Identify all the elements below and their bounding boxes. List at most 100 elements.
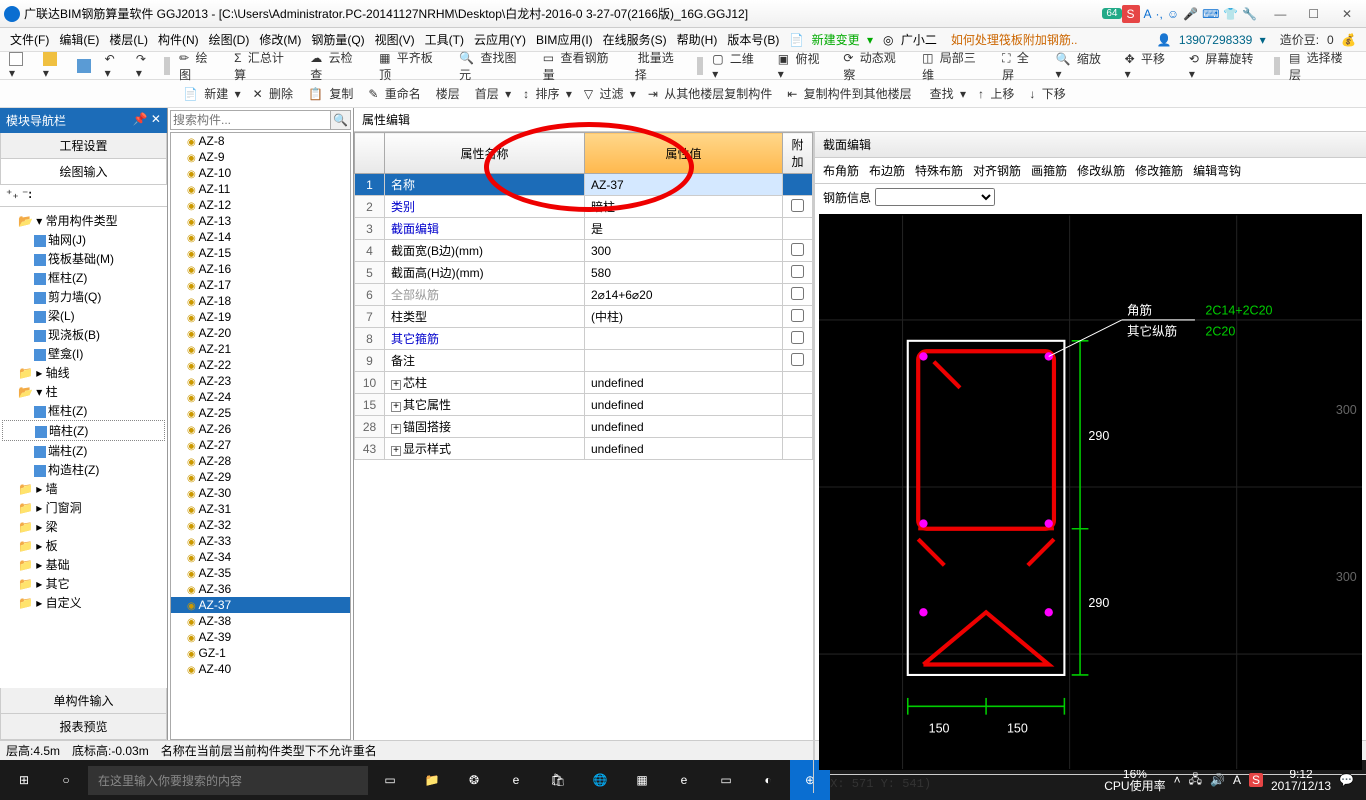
tree-node[interactable]: ▾ 柱: [2, 382, 165, 401]
tb2-sort[interactable]: ↕ 排序 ▾: [520, 83, 575, 104]
tree-item[interactable]: 构造柱(Z): [2, 460, 165, 479]
section-tab[interactable]: 编辑弯钩: [1193, 162, 1241, 179]
cortana-icon[interactable]: ○: [46, 760, 86, 800]
component-item[interactable]: AZ-20: [171, 325, 350, 341]
component-item[interactable]: AZ-8: [171, 133, 350, 149]
tb-save-icon[interactable]: [74, 56, 96, 75]
prop-row[interactable]: 5截面高(H边)(mm)580: [355, 262, 813, 284]
component-item[interactable]: AZ-17: [171, 277, 350, 293]
tb-bird[interactable]: ▣ 俯视 ▾: [775, 48, 835, 83]
tray-vol-icon[interactable]: 🔊: [1210, 773, 1225, 787]
cpu-meter[interactable]: 16%CPU使用率: [1104, 768, 1165, 792]
section-tab[interactable]: 画箍筋: [1031, 162, 1067, 179]
component-item[interactable]: AZ-12: [171, 197, 350, 213]
tree-item[interactable]: 现浇板(B): [2, 325, 165, 344]
component-item[interactable]: AZ-37: [171, 597, 350, 613]
tree-node[interactable]: ▸ 板: [2, 536, 165, 555]
section-tab[interactable]: 对齐钢筋: [973, 162, 1021, 179]
menu-version[interactable]: 版本号(B): [723, 29, 783, 50]
nav-sec-single[interactable]: 单构件输入: [0, 688, 167, 714]
rebar-info-select[interactable]: [875, 188, 995, 206]
tray-ime-icon[interactable]: S: [1249, 773, 1263, 787]
component-item[interactable]: AZ-13: [171, 213, 350, 229]
tb2-del[interactable]: ✕ 删除: [250, 83, 299, 104]
close-button[interactable]: ✕: [1332, 7, 1362, 21]
taskbar-search[interactable]: 在这里输入你要搜索的内容: [88, 766, 368, 795]
tb-zoom[interactable]: 🔍 缩放 ▾: [1053, 48, 1116, 83]
tree-node[interactable]: ▾ 常用构件类型: [2, 211, 165, 230]
sogou-icon[interactable]: S: [1122, 5, 1140, 23]
menu-floor[interactable]: 楼层(L): [105, 29, 152, 50]
prop-row[interactable]: 2类别暗柱: [355, 196, 813, 218]
component-list[interactable]: AZ-8AZ-9AZ-10AZ-11AZ-12AZ-13AZ-14AZ-15AZ…: [170, 132, 351, 740]
tree-item[interactable]: 暗柱(Z): [2, 420, 165, 441]
tb-undo-icon[interactable]: ↶ ▾: [102, 50, 127, 82]
tb2-up[interactable]: ↑ 上移: [975, 83, 1020, 104]
tb2-floor-select[interactable]: 首层 ▾: [469, 83, 514, 104]
tb-new-icon[interactable]: ▾: [6, 49, 34, 82]
component-item[interactable]: AZ-19: [171, 309, 350, 325]
ime-shirt-icon[interactable]: 👕: [1223, 7, 1238, 21]
tree-node[interactable]: ▸ 门窗洞: [2, 498, 165, 517]
component-item[interactable]: AZ-11: [171, 181, 350, 197]
prop-row[interactable]: 28+锚固搭接undefined: [355, 416, 813, 438]
tb-open-icon[interactable]: ▾: [40, 49, 68, 82]
tray-a-icon[interactable]: A: [1233, 773, 1241, 787]
nav-tree[interactable]: ▾ 常用构件类型轴网(J)筏板基础(M)框柱(Z)剪力墙(Q)梁(L)现浇板(B…: [0, 207, 167, 688]
start-button[interactable]: ⊞: [4, 760, 44, 800]
tb2-copyfrom[interactable]: ⇥ 从其他楼层复制构件: [645, 83, 778, 104]
tb2-copyto[interactable]: ⇤ 复制构件到其他楼层: [784, 83, 917, 104]
prop-row[interactable]: 43+显示样式undefined: [355, 438, 813, 460]
component-item[interactable]: AZ-9: [171, 149, 350, 165]
component-item[interactable]: AZ-21: [171, 341, 350, 357]
tb2-filter[interactable]: ▽ 过滤 ▾: [581, 83, 639, 104]
component-item[interactable]: AZ-18: [171, 293, 350, 309]
tree-item[interactable]: 梁(L): [2, 306, 165, 325]
nav-sec-draw[interactable]: 绘图输入: [0, 159, 167, 185]
tb-local3d[interactable]: ◫ 局部三维: [919, 47, 993, 85]
component-item[interactable]: AZ-30: [171, 485, 350, 501]
tb2-find[interactable]: 查找 ▾: [924, 83, 969, 104]
ime-kb1-icon[interactable]: ⌨: [1202, 7, 1219, 21]
component-item[interactable]: AZ-31: [171, 501, 350, 517]
tb-pan[interactable]: ✥ 平移 ▾: [1122, 48, 1180, 83]
tree-item[interactable]: 剪力墙(Q): [2, 287, 165, 306]
property-grid[interactable]: 属性名称 属性值 附加 1名称AZ-372类别暗柱3截面编辑是4截面宽(B边)(…: [354, 132, 814, 793]
tree-item[interactable]: 轴网(J): [2, 230, 165, 249]
section-tab[interactable]: 特殊布筋: [915, 162, 963, 179]
prop-row[interactable]: 8其它箍筋: [355, 328, 813, 350]
menu-file[interactable]: 文件(F): [6, 29, 53, 50]
component-item[interactable]: AZ-33: [171, 533, 350, 549]
tray-up-icon[interactable]: ˄: [1174, 773, 1181, 787]
component-item[interactable]: AZ-25: [171, 405, 350, 421]
ime-punct-icon[interactable]: ·,: [1156, 7, 1163, 21]
tb-rot[interactable]: ⟲ 屏幕旋转 ▾: [1186, 48, 1268, 83]
tb-draw[interactable]: ✏ 绘图: [176, 47, 225, 85]
tb2-down[interactable]: ↓ 下移: [1026, 83, 1071, 104]
tree-node[interactable]: ▸ 自定义: [2, 593, 165, 612]
component-item[interactable]: AZ-16: [171, 261, 350, 277]
component-item[interactable]: AZ-28: [171, 453, 350, 469]
component-item[interactable]: AZ-10: [171, 165, 350, 181]
component-item[interactable]: AZ-26: [171, 421, 350, 437]
prop-row[interactable]: 1名称AZ-37: [355, 174, 813, 196]
tree-item[interactable]: 端柱(Z): [2, 441, 165, 460]
tree-node[interactable]: ▸ 墙: [2, 479, 165, 498]
section-tab[interactable]: 修改纵筋: [1077, 162, 1125, 179]
prop-row[interactable]: 15+其它属性undefined: [355, 394, 813, 416]
prop-row[interactable]: 10+芯柱undefined: [355, 372, 813, 394]
tb-dyn[interactable]: ⟳ 动态观察: [840, 47, 913, 85]
section-tab[interactable]: 布边筋: [869, 162, 905, 179]
ime-smile-icon[interactable]: ☺: [1167, 7, 1179, 21]
component-item[interactable]: AZ-24: [171, 389, 350, 405]
tree-item[interactable]: 筏板基础(M): [2, 249, 165, 268]
component-item[interactable]: GZ-1: [171, 645, 350, 661]
component-item[interactable]: AZ-39: [171, 629, 350, 645]
component-item[interactable]: AZ-29: [171, 469, 350, 485]
tb-viewsteel[interactable]: ▭ 查看钢筋量: [540, 47, 626, 85]
component-item[interactable]: AZ-32: [171, 517, 350, 533]
minimize-button[interactable]: —: [1265, 7, 1295, 21]
nav-sec-report[interactable]: 报表预览: [0, 714, 167, 740]
tb-calc[interactable]: Σ 汇总计算: [231, 47, 301, 85]
ime-a-icon[interactable]: A: [1144, 7, 1152, 21]
